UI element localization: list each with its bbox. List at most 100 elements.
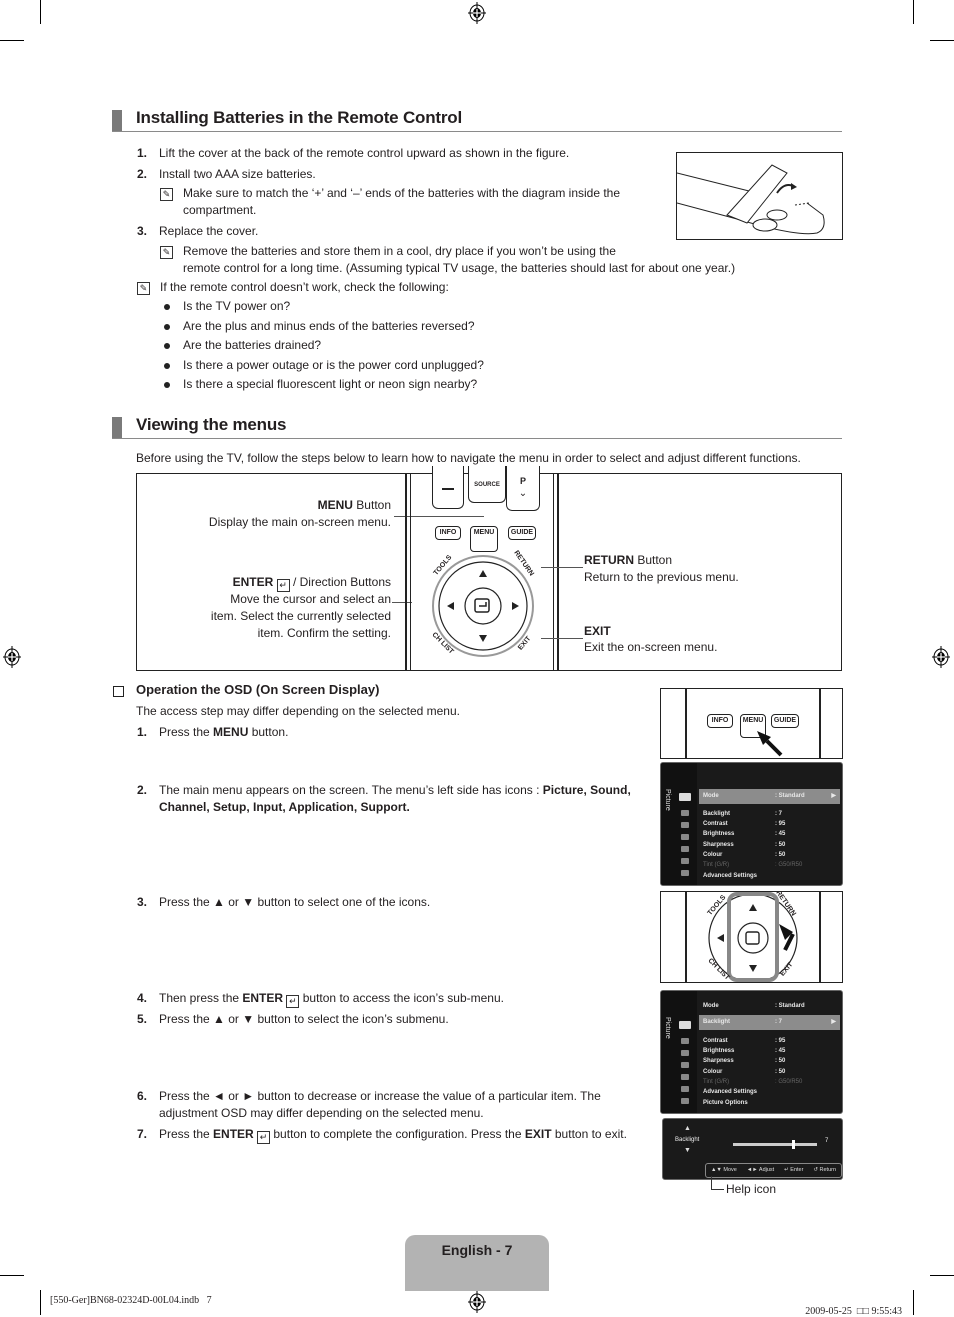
menu-callout-title: MENU Button bbox=[317, 498, 391, 512]
registration-mark-icon bbox=[3, 646, 21, 668]
osd-sidebar bbox=[661, 991, 697, 1113]
callout-line bbox=[541, 638, 583, 639]
osd-row[interactable]: Backlight: 7 bbox=[703, 809, 840, 819]
enter-callout-desc: Move the cursor and select an bbox=[230, 592, 391, 606]
osd-step-3: 3. Press the ▲ or ▼ button to select one … bbox=[137, 895, 431, 909]
osd-row[interactable]: Contrast: 95 bbox=[703, 1036, 840, 1046]
osd-subtitle: Operation the OSD (On Screen Display) bbox=[136, 682, 380, 697]
osd-step-2-cont: Channel, Setup, Input, Application, Supp… bbox=[159, 800, 410, 814]
enter-icon: ↵ bbox=[784, 1167, 789, 1173]
picture-icon[interactable] bbox=[679, 793, 691, 801]
picture-icon[interactable] bbox=[679, 1021, 691, 1029]
osd-row[interactable]: Sharpness: 50 bbox=[703, 1056, 840, 1066]
note-icon: ✎ bbox=[160, 188, 173, 201]
guide-button[interactable]: GUIDE bbox=[508, 526, 536, 540]
registration-mark-icon bbox=[932, 646, 950, 668]
osd-row[interactable]: Brightness: 45 bbox=[703, 1046, 840, 1056]
adjust-value: 7 bbox=[825, 1138, 829, 1144]
note-icon: ✎ bbox=[137, 282, 150, 295]
bullet-item: Are the plus and minus ends of the batte… bbox=[183, 319, 475, 333]
info-button[interactable]: INFO bbox=[707, 714, 733, 728]
pointer-arrow-icon bbox=[757, 731, 783, 757]
osd-row[interactable]: Advanced Settings bbox=[703, 871, 840, 881]
osd-step-4: 4. Then press the ENTER ↵ button to acces… bbox=[137, 991, 504, 1008]
enter-callout-title: ENTER ↵ / Direction Buttons bbox=[232, 575, 391, 592]
adjust-label: Backlight bbox=[675, 1137, 700, 1143]
help-icon-label: Help icon bbox=[726, 1182, 777, 1196]
source-button[interactable]: SOURCE bbox=[468, 466, 506, 503]
arrow-right-icon: ▶ bbox=[831, 793, 836, 799]
osd-row[interactable]: Contrast: 95 bbox=[703, 819, 840, 829]
bullet bbox=[164, 343, 170, 349]
page-tab: English - 7 bbox=[405, 1235, 549, 1291]
osd-intro: The access step may differ depending on … bbox=[136, 704, 460, 718]
osd-row[interactable]: Sharpness: 50 bbox=[703, 840, 840, 850]
remote-illustration: SOURCE P ⌄ INFO MENU GUIDE TOOLS RETURN … bbox=[405, 466, 575, 670]
osd-row-disabled: Tint (G/R): G50/R50 bbox=[703, 1079, 803, 1085]
osd-sidebar bbox=[661, 763, 697, 885]
adjust-icon: ◄► bbox=[746, 1167, 758, 1173]
arrow-right-icon: ▶ bbox=[831, 1019, 836, 1025]
application-icon[interactable] bbox=[681, 858, 689, 864]
help-adjust: ◄► Adjust bbox=[746, 1167, 775, 1173]
section-heading-batteries: Installing Batteries in the Remote Contr… bbox=[112, 108, 842, 132]
menu-button[interactable]: MENU bbox=[470, 526, 498, 552]
crop-mark bbox=[913, 1290, 914, 1315]
remote-thumbnail-dpad: TOOLS RETURN CH LIST EXIT bbox=[660, 891, 843, 983]
help-return: ↺ Return bbox=[813, 1167, 837, 1173]
osd-row[interactable]: Brightness: 45 bbox=[703, 829, 840, 839]
osd-row-highlighted[interactable]: Backlight: 7 ▶ bbox=[699, 1015, 840, 1030]
sound-icon[interactable] bbox=[681, 1038, 689, 1044]
osd-row[interactable]: Picture Options bbox=[703, 1098, 840, 1108]
crop-mark bbox=[40, 1290, 41, 1315]
slider-thumb[interactable] bbox=[791, 1140, 795, 1149]
arrow-up-icon: ▲ bbox=[684, 1125, 691, 1132]
bullet bbox=[164, 363, 170, 369]
help-callout-line bbox=[711, 1176, 724, 1190]
setup-icon[interactable] bbox=[681, 834, 689, 840]
osd-row[interactable]: Colour: 50 bbox=[703, 1067, 840, 1077]
osd-menu-picture: Picture Mode: Standard ▶ Backlight: 7 Con… bbox=[660, 762, 843, 886]
osd-row-highlighted[interactable]: Mode: Standard ▶ bbox=[699, 789, 840, 804]
info-button[interactable]: INFO bbox=[435, 526, 461, 540]
crop-mark bbox=[0, 1275, 24, 1276]
callout-line bbox=[541, 567, 583, 568]
note-icon: ✎ bbox=[160, 246, 173, 259]
sound-icon[interactable] bbox=[681, 810, 689, 816]
support-icon[interactable] bbox=[681, 870, 689, 876]
enter-callout-desc: item. Confirm the setting. bbox=[257, 626, 391, 640]
note-text: Remove the batteries and store them in a… bbox=[183, 244, 616, 258]
enter-icon: ↵ bbox=[257, 1131, 271, 1144]
application-icon[interactable] bbox=[681, 1086, 689, 1092]
osd-step-1: 1. Press the MENU button. bbox=[137, 725, 289, 739]
step-1: 1. Lift the cover at the back of the remo… bbox=[137, 146, 570, 160]
step-3: 3. Replace the cover. bbox=[137, 224, 259, 238]
step-2: 2. Install two AAA size batteries. bbox=[137, 167, 316, 181]
osd-row[interactable]: Mode: Standard bbox=[703, 1001, 840, 1011]
bullet-item: Are the batteries drained? bbox=[183, 338, 322, 352]
adjust-slider[interactable] bbox=[733, 1140, 817, 1149]
osd-row[interactable]: Advanced Settings bbox=[703, 1087, 840, 1097]
page-label: English - 7 bbox=[441, 1242, 513, 1258]
move-icon: ▲▼ bbox=[710, 1167, 722, 1173]
osd-row[interactable]: Colour: 50 bbox=[703, 850, 840, 860]
section-title: Installing Batteries in the Remote Contr… bbox=[136, 108, 462, 127]
channel-icon[interactable] bbox=[681, 1050, 689, 1056]
setup-icon[interactable] bbox=[681, 1062, 689, 1068]
input-icon[interactable] bbox=[681, 846, 689, 852]
osd-menu-picture-submenu: Picture Mode: Standard Backlight: 7 ▶ Con… bbox=[660, 990, 843, 1114]
print-date: 2009-05-25 □□ 9:55:43 bbox=[805, 1306, 902, 1317]
support-icon[interactable] bbox=[681, 1098, 689, 1104]
guide-button[interactable]: GUIDE bbox=[771, 714, 799, 728]
heading-bar bbox=[112, 417, 122, 438]
osd-step-2: 2. The main menu appears on the screen. T… bbox=[137, 783, 631, 797]
bullet-item: Is there a special fluorescent light or … bbox=[183, 377, 478, 391]
osd-step-5: 5. Press the ▲ or ▼ button to select the … bbox=[137, 1012, 449, 1026]
channel-icon[interactable] bbox=[681, 822, 689, 828]
volume-button[interactable] bbox=[432, 466, 464, 509]
exit-callout-desc: Exit the on-screen menu. bbox=[584, 640, 718, 654]
channel-button[interactable]: P ⌄ bbox=[506, 466, 540, 511]
bullet bbox=[164, 324, 170, 330]
remote-thumbnail-menu: INFO MENU GUIDE bbox=[660, 688, 843, 759]
input-icon[interactable] bbox=[681, 1074, 689, 1080]
